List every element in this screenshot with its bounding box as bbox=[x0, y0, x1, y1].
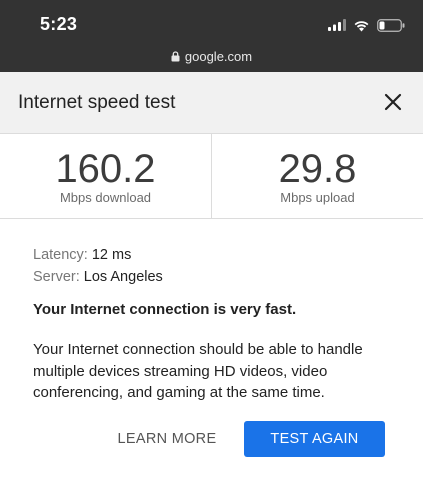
wifi-icon bbox=[354, 20, 369, 31]
latency-label: Latency: bbox=[33, 247, 88, 263]
server-label: Server: bbox=[33, 269, 80, 285]
latency-value: 12 ms bbox=[91, 247, 132, 263]
signal-icon bbox=[328, 19, 346, 31]
upload-speed-unit: Mbps upload bbox=[280, 190, 355, 205]
status-icons bbox=[328, 17, 405, 33]
result-summary: Your Internet connection is very fast. bbox=[33, 301, 297, 318]
learn-more-button[interactable]: LEARN MORE bbox=[106, 421, 228, 457]
status-and-url-bar: 5:23 google.com bbox=[0, 0, 423, 72]
latency-row: Latency: 12 ms bbox=[33, 244, 163, 266]
lock-icon bbox=[171, 51, 180, 62]
result-description: Your Internet connection should be able … bbox=[33, 341, 363, 401]
close-icon bbox=[384, 93, 402, 111]
url-text: google.com bbox=[184, 49, 253, 64]
url-bar[interactable]: google.com bbox=[0, 49, 423, 64]
download-speed-unit: Mbps download bbox=[59, 190, 152, 205]
speed-results: 160.2 Mbps download 29.8 Mbps upload bbox=[0, 134, 423, 219]
test-again-button[interactable]: TEST AGAIN bbox=[244, 421, 385, 457]
upload-result: 29.8 Mbps upload bbox=[212, 134, 423, 218]
battery-icon bbox=[377, 18, 405, 32]
page-title: Internet speed test bbox=[18, 92, 176, 113]
download-speed-value: 160.2 bbox=[55, 147, 156, 191]
server-row: Server: Los Angeles bbox=[33, 266, 163, 288]
download-result: 160.2 Mbps download bbox=[0, 134, 212, 218]
server-value: Los Angeles bbox=[83, 269, 163, 285]
test-details: Latency: 12 ms Server: Los Angeles bbox=[33, 244, 163, 288]
status-time: 5:23 bbox=[40, 14, 78, 34]
card-header: Internet speed test bbox=[0, 72, 423, 134]
upload-speed-value: 29.8 bbox=[278, 147, 357, 191]
close-button[interactable] bbox=[383, 92, 403, 112]
